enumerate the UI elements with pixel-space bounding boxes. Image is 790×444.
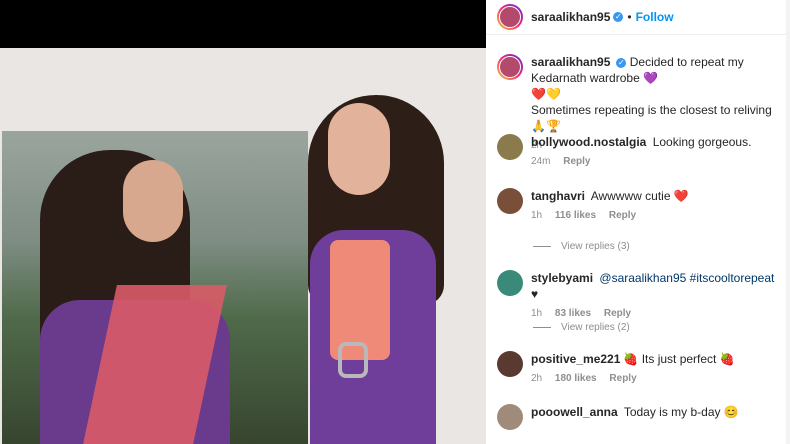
verified-icon: ✓	[616, 57, 627, 68]
view-replies-line	[533, 327, 551, 328]
caption-text-2: Sometimes repeating is the closest to re…	[531, 103, 772, 117]
commenter-username[interactable]: tanghavri	[531, 189, 585, 203]
comment-text: Today is my b-day	[623, 405, 721, 419]
black-heart-emoji: ♥	[531, 287, 539, 301]
hearts-emoji: ❤️💛	[531, 87, 561, 101]
comment-likes[interactable]: 116 likes	[555, 210, 596, 221]
main-figure-face	[328, 103, 390, 195]
comment-item: stylebyami @saraalikhan95 #itscooltorepe…	[497, 270, 787, 322]
smile-emoji: 😊	[723, 405, 739, 419]
view-replies-button[interactable]: View replies (3)	[533, 241, 630, 252]
comment-mention[interactable]: @saraalikhan95	[599, 271, 686, 285]
commenter-username[interactable]: stylebyami	[531, 271, 593, 285]
comment-item: pooowell_anna Today is my b-day 😊	[497, 404, 787, 430]
post-media	[0, 0, 486, 444]
comment-text: Its just perfect	[641, 352, 717, 366]
author-avatar[interactable]	[497, 4, 523, 30]
reply-button[interactable]: Reply	[609, 210, 636, 221]
commenter-avatar[interactable]	[497, 188, 523, 214]
post-header: saraalikhan95 ✓ • Follow	[486, 0, 790, 35]
commenter-avatar[interactable]	[497, 270, 523, 296]
view-replies-line	[533, 246, 551, 247]
comment-time: 2h	[531, 373, 543, 384]
comment-meta: 1h 116 likes Reply	[531, 208, 781, 224]
caption-username[interactable]: saraalikhan95	[531, 55, 610, 69]
comment-time: 1h	[531, 308, 543, 319]
comment-item: positive_me221 🍓 Its just perfect 🍓 2h 18…	[497, 351, 787, 387]
strawberry-emoji: 🍓	[719, 352, 735, 366]
comment-body: bollywood.nostalgia Looking gorgeous. 24…	[531, 134, 781, 170]
comment-body: stylebyami @saraalikhan95 #itscooltorepe…	[531, 270, 781, 322]
separator-dot: •	[627, 10, 632, 24]
comment-body: pooowell_anna Today is my b-day 😊	[531, 404, 781, 430]
purple-heart-emoji: 💜	[643, 71, 659, 85]
commenter-avatar[interactable]	[497, 351, 523, 377]
scrollbar[interactable]	[786, 0, 790, 444]
caption-avatar[interactable]	[497, 54, 523, 80]
comment-meta: 24m Reply	[531, 154, 781, 170]
comment-time: 24m	[531, 156, 551, 167]
commenter-avatar[interactable]	[497, 404, 523, 430]
comment-item: bollywood.nostalgia Looking gorgeous. 24…	[497, 134, 787, 170]
comment-body: positive_me221 🍓 Its just perfect 🍓 2h 18…	[531, 351, 781, 387]
strawberry-emoji: 🍓	[623, 352, 639, 366]
comment-time: 1h	[531, 210, 543, 221]
view-replies-label: View replies (3)	[561, 241, 630, 252]
comment-likes[interactable]: 180 likes	[555, 373, 597, 384]
heart-emoji: ❤️	[673, 189, 689, 203]
reply-button[interactable]: Reply	[604, 308, 631, 319]
commenter-avatar[interactable]	[497, 134, 523, 160]
commenter-username[interactable]: positive_me221	[531, 352, 620, 366]
view-replies-button[interactable]: View replies (2)	[533, 322, 630, 333]
main-figure-bangle	[338, 342, 368, 378]
commenter-username[interactable]: bollywood.nostalgia	[531, 135, 646, 149]
prayer-trophy-emoji: 🙏🏆	[531, 119, 561, 133]
comment-text: Awwwww cutie	[590, 189, 671, 203]
author-username[interactable]: saraalikhan95	[531, 10, 610, 24]
verified-icon: ✓	[613, 12, 624, 22]
reply-button[interactable]: Reply	[609, 373, 636, 384]
comment-hashtag[interactable]: #itscooltorepeat	[690, 271, 775, 285]
comment-likes[interactable]: 83 likes	[555, 308, 591, 319]
comments-panel: saraalikhan95 ✓ • Follow saraalikhan95 ✓ …	[486, 0, 790, 444]
comment-body: tanghavri Awwwww cutie ❤️ 1h 116 likes R…	[531, 188, 781, 224]
comment-text: Looking gorgeous.	[652, 135, 752, 149]
commenter-username[interactable]: pooowell_anna	[531, 405, 618, 419]
comment-meta: 1h 83 likes Reply	[531, 306, 781, 322]
view-replies-label: View replies (2)	[561, 322, 630, 333]
inset-figure-face	[123, 160, 183, 242]
comment-meta: 2h 180 likes Reply	[531, 371, 781, 387]
follow-button[interactable]: Follow	[636, 10, 674, 24]
reply-button[interactable]: Reply	[563, 156, 590, 167]
comment-item: tanghavri Awwwww cutie ❤️ 1h 116 likes R…	[497, 188, 787, 224]
